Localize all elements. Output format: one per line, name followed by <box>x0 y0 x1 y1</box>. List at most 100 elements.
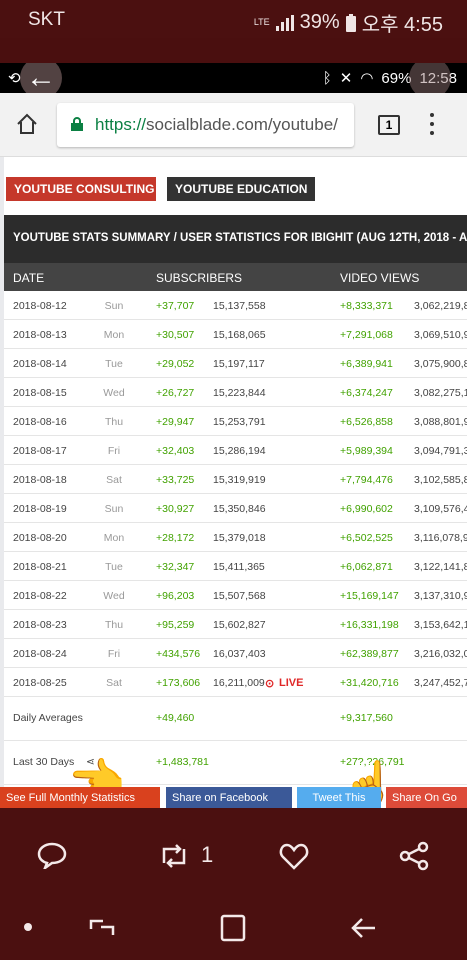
row-views-change: +6,526,858 <box>340 416 393 428</box>
row-views-change: +62,389,877 <box>340 648 399 660</box>
row-views-total: 3,088,801,9 <box>414 416 467 428</box>
row-views-total: 3,153,642,1 <box>414 619 467 631</box>
home-button-icon[interactable] <box>220 914 246 942</box>
retweet-count: 1 <box>201 842 214 867</box>
row-views-change: +7,794,476 <box>340 474 393 486</box>
row-subscriber-total: 15,137,558 <box>213 300 266 312</box>
last-30-days-label: Last 30 Days <box>13 756 75 768</box>
row-subscriber-total: 15,286,194 <box>213 445 266 457</box>
table-row: 2018-08-23 Thu +95,259 15,602,827 +16,331,19… <box>4 610 467 639</box>
bluetooth-icon: ᛒ <box>322 69 332 87</box>
mute-icon: ✕ <box>339 70 353 87</box>
nav-back-icon[interactable] <box>351 916 377 940</box>
row-views-total: 3,094,791,3 <box>414 445 467 457</box>
youtube-consulting-button[interactable]: YOUTUBE CONSULTING <box>6 177 156 201</box>
header-video-views: VIDEO VIEWS <box>340 271 420 285</box>
table-header: DATE SUBSCRIBERS VIDEO VIEWS <box>4 263 467 291</box>
daily-averages-subs: +49,460 <box>156 712 195 724</box>
nav-dot-icon[interactable] <box>24 923 32 931</box>
like-heart-icon[interactable] <box>279 842 309 870</box>
wifi-icon: ◠ <box>360 70 374 87</box>
header-date: DATE <box>13 271 45 285</box>
web-page: YOUTUBE CONSULTING YOUTUBE EDUCATION YOU… <box>0 157 467 808</box>
row-day: Sat <box>106 677 122 689</box>
row-day: Sun <box>104 503 124 515</box>
retweet-icon[interactable] <box>158 843 190 869</box>
row-subscriber-total: 15,350,846 <box>213 503 266 515</box>
clock: 오후 4:55 <box>361 14 443 36</box>
row-subscriber-change: +95,259 <box>156 619 195 631</box>
youtube-education-button[interactable]: YOUTUBE EDUCATION <box>167 177 315 201</box>
row-date: 2018-08-15 <box>13 387 67 399</box>
row-views-change: +15,169,147 <box>340 590 399 602</box>
row-date: 2018-08-12 <box>13 300 67 312</box>
tweet-button[interactable]: Tweet This <box>297 787 381 808</box>
live-clock-icon: ⊙ <box>265 678 275 690</box>
table-row: 2018-08-15 Wed +26,727 15,223,844 +6,374,247… <box>4 378 467 407</box>
table-row: 2018-08-14 Tue +29,052 15,197,117 +6,389,941… <box>4 349 467 378</box>
table-row: 2018-08-22 Wed +96,203 15,507,568 +15,169,14… <box>4 581 467 610</box>
share-icon[interactable] <box>399 841 429 871</box>
full-monthly-stats-button[interactable]: See Full Monthly Statistics <box>0 787 160 808</box>
row-views-change: +16,331,198 <box>340 619 399 631</box>
row-subscriber-change: +37,707 <box>156 300 195 312</box>
row-views-change: +6,374,247 <box>340 387 393 399</box>
url-scheme: https:// <box>95 115 147 134</box>
comment-icon[interactable] <box>37 841 67 869</box>
embedded-screenshot: ⟲ ᛒ ✕ ◠ 69% 12:58 ← https://socialblade.… <box>0 63 467 808</box>
table-row: 2018-08-19 Sun +30,927 15,350,846 +6,990,602… <box>4 494 467 523</box>
live-badge: ⊙ LIVE <box>265 677 304 690</box>
browser-toolbar: https://socialblade.com/youtube/ 1 <box>0 93 467 157</box>
daily-averages-views: +9,317,560 <box>340 712 393 724</box>
row-views-total: 3,216,032,0 <box>414 648 467 660</box>
row-subscriber-change: +30,507 <box>156 329 195 341</box>
row-views-total: 3,075,900,8 <box>414 358 467 370</box>
row-day: Mon <box>103 532 125 544</box>
url-bar[interactable]: https://socialblade.com/youtube/ <box>57 103 354 147</box>
row-subscriber-change: +29,052 <box>156 358 195 370</box>
row-day: Tue <box>105 358 123 370</box>
lte-indicator: LTE <box>253 17 270 27</box>
row-subscriber-change: +434,576 <box>156 648 201 660</box>
row-views-change: +31,420,716 <box>340 677 399 689</box>
table-row: 2018-08-17 Fri +32,403 15,286,194 +5,989,394… <box>4 436 467 465</box>
inner-status-bar: ⟲ ᛒ ✕ ◠ 69% 12:58 ← <box>0 63 467 99</box>
url-text: https://socialblade.com/youtube/ <box>95 115 338 135</box>
row-views-change: +6,502,525 <box>340 532 393 544</box>
row-date: 2018-08-14 <box>13 358 67 370</box>
row-day: Fri <box>107 445 121 457</box>
header-subscribers: SUBSCRIBERS <box>156 271 243 285</box>
row-views-change: +5,989,394 <box>340 445 393 457</box>
table-row: 2018-08-13 Mon +30,507 15,168,065 +7,291,068… <box>4 320 467 349</box>
share-facebook-button[interactable]: Share on Facebook <box>166 787 292 808</box>
home-icon[interactable] <box>16 113 38 135</box>
row-views-change: +6,062,871 <box>340 561 393 573</box>
recent-apps-icon[interactable] <box>89 915 115 941</box>
sync-icon: ⟲ <box>8 70 21 87</box>
share-google-button[interactable]: Share On Go <box>386 787 467 808</box>
row-subscriber-total: 15,411,365 <box>213 561 265 573</box>
table-row: 2018-08-25 Sat +173,606 16,211,009 +31,420,7… <box>4 668 467 697</box>
row-subscriber-total: 15,507,568 <box>213 590 266 602</box>
row-subscriber-total: 15,253,791 <box>213 416 266 428</box>
row-day: Thu <box>104 416 124 428</box>
row-day: Tue <box>105 561 123 573</box>
system-navigation-bar <box>0 900 467 960</box>
row-views-total: 3,137,310,9 <box>414 590 467 602</box>
row-views-total: 3,102,585,8 <box>414 474 467 486</box>
row-subscriber-total: 15,197,117 <box>213 358 265 370</box>
table-row: 2018-08-20 Mon +28,172 15,379,018 +6,502,525… <box>4 523 467 552</box>
tab-switcher-button[interactable]: 1 <box>378 115 400 135</box>
row-subscriber-total: 15,319,919 <box>213 474 266 486</box>
row-date: 2018-08-25 <box>13 677 67 689</box>
daily-averages-label: Daily Averages <box>13 712 83 724</box>
table-row: 2018-08-24 Fri +434,576 16,037,403 +62,389,8… <box>4 639 467 668</box>
lock-icon <box>71 117 83 131</box>
more-options-icon[interactable] <box>428 113 436 139</box>
row-subscriber-change: +32,347 <box>156 561 195 573</box>
row-views-total: 3,122,141,8 <box>414 561 467 573</box>
row-date: 2018-08-23 <box>13 619 67 631</box>
row-subscriber-total: 15,223,844 <box>213 387 266 399</box>
row-subscriber-change: +29,947 <box>156 416 195 428</box>
row-subscriber-change: +96,203 <box>156 590 195 602</box>
